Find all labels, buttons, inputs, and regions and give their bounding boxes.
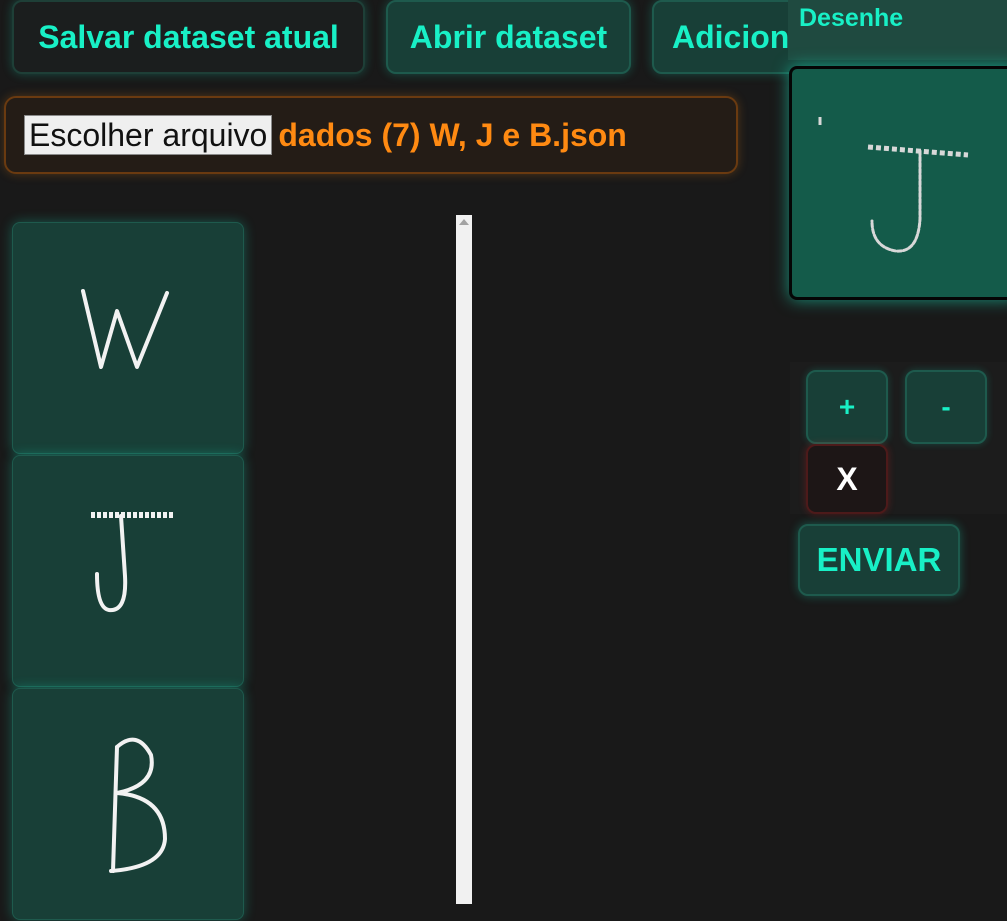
drawing-b [109,737,168,873]
drawing-card-j[interactable] [12,455,244,687]
send-button[interactable]: ENVIAR [798,524,960,596]
current-drawing-j [818,117,969,253]
save-dataset-button[interactable]: Salvar dataset atual [12,0,365,74]
clear-button[interactable]: X [806,444,888,514]
decrease-button[interactable]: - [905,370,987,444]
choose-file-button[interactable]: Escolher arquivo [24,115,273,155]
drawing-w [81,289,169,369]
drawing-card-w[interactable] [12,222,244,454]
file-name-label: dados (7) W, J e B.json [278,116,627,153]
drawing-card-b[interactable] [12,688,244,920]
drawing-canvas[interactable] [789,66,1007,300]
open-dataset-button[interactable]: Abrir dataset [386,0,631,74]
file-input-container: Escolher arquivo dados (7) W, J e B.json [4,96,738,174]
scroll-up-arrow-icon[interactable] [459,219,469,225]
draw-panel-title: Desenhe [799,4,904,32]
increase-button[interactable]: + [806,370,888,444]
drawing-j [91,512,175,613]
gallery-scrollbar[interactable] [456,215,472,904]
